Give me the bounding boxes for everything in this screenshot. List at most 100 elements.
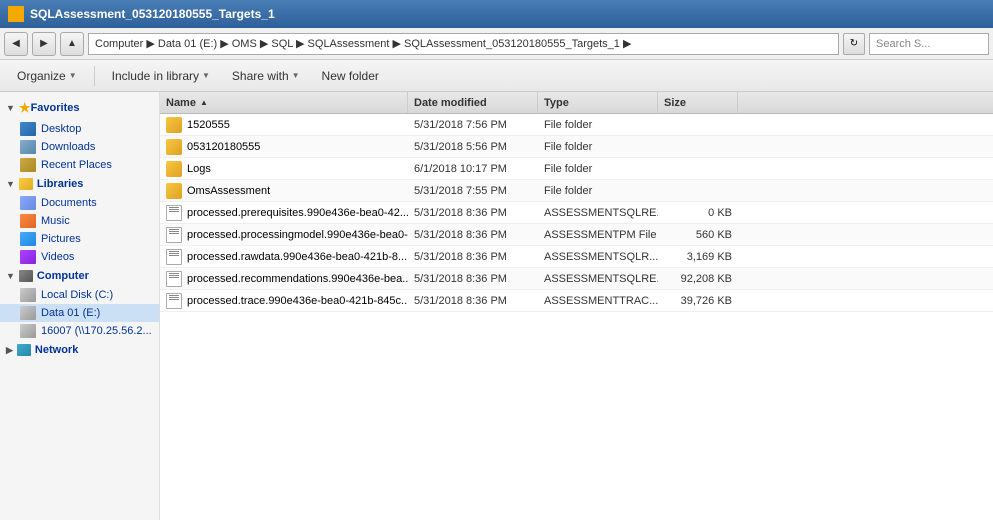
table-row[interactable]: processed.trace.990e436e-bea0-421b-845c.… (160, 290, 993, 312)
table-row[interactable]: 053120180555 5/31/2018 5:56 PM File fold… (160, 136, 993, 158)
file-size: 0 KB (658, 207, 738, 219)
sidebar-item-local-disk-c[interactable]: Local Disk (C:) (0, 286, 159, 304)
sidebar-item-desktop[interactable]: Desktop (0, 120, 159, 138)
sidebar-item-pictures[interactable]: Pictures (0, 230, 159, 248)
music-icon (20, 214, 36, 228)
address-path[interactable]: Computer ▶ Data 01 (E:) ▶ OMS ▶ SQL ▶ SQ… (88, 33, 839, 55)
folder-icon (166, 161, 182, 177)
file-type: File folder (538, 119, 658, 131)
title-bar-icon (8, 6, 24, 22)
libraries-header-label: Libraries (37, 178, 83, 190)
file-list: Name ▲ Date modified Type Size 1520555 5… (160, 92, 993, 520)
share-with-button[interactable]: Share with ▼ (223, 65, 309, 87)
table-row[interactable]: processed.rawdata.990e436e-bea0-421b-8..… (160, 246, 993, 268)
file-type: File folder (538, 141, 658, 153)
recent-places-label: Recent Places (41, 159, 112, 171)
file-size: 560 KB (658, 229, 738, 241)
sidebar-item-network-drive[interactable]: 16007 (\\170.25.56.2... (0, 322, 159, 340)
new-folder-button[interactable]: New folder (313, 65, 388, 87)
local-disk-c-label: Local Disk (C:) (41, 289, 113, 301)
file-size: 3,169 KB (658, 251, 738, 263)
sidebar-item-music[interactable]: Music (0, 212, 159, 230)
pictures-icon (20, 232, 36, 246)
file-size: 39,726 KB (658, 295, 738, 307)
file-name: Logs (187, 163, 211, 175)
forward-button[interactable]: ▶ (32, 32, 56, 56)
col-header-name[interactable]: Name ▲ (160, 92, 408, 113)
sidebar-section-favorites[interactable]: ▼ ★ Favorites (0, 96, 159, 120)
network-icon (17, 344, 31, 356)
share-label: Share with (232, 69, 289, 83)
col-header-date[interactable]: Date modified (408, 92, 538, 113)
toolbar: Organize ▼ Include in library ▼ Share wi… (0, 60, 993, 92)
videos-icon (20, 250, 36, 264)
file-date: 5/31/2018 8:36 PM (408, 207, 538, 219)
file-type: ASSESSMENTPM File (538, 229, 658, 241)
folder-icon (166, 139, 182, 155)
col-header-size[interactable]: Size (658, 92, 738, 113)
file-name: OmsAssessment (187, 185, 270, 197)
favorites-star-icon: ★ (19, 100, 31, 116)
libraries-chevron: ▼ (6, 179, 15, 189)
table-row[interactable]: processed.processingmodel.990e436e-bea0-… (160, 224, 993, 246)
libraries-icon (19, 178, 33, 190)
file-name: processed.trace.990e436e-bea0-421b-845c.… (187, 295, 408, 307)
file-date: 5/31/2018 8:36 PM (408, 273, 538, 285)
file-type: File folder (538, 185, 658, 197)
include-label: Include in library (112, 69, 199, 83)
data01-e-icon (20, 306, 36, 320)
file-type: ASSESSMENTSQLRE... (538, 207, 658, 219)
sidebar-item-data01-e[interactable]: Data 01 (E:) (0, 304, 159, 322)
file-size: 92,208 KB (658, 273, 738, 285)
file-type: ASSESSMENTSQLR... (538, 251, 658, 263)
file-icon (166, 293, 182, 309)
sidebar-section-network[interactable]: ▶ Network (0, 340, 159, 360)
include-dropdown-arrow: ▼ (202, 71, 210, 80)
table-row[interactable]: Logs 6/1/2018 10:17 PM File folder (160, 158, 993, 180)
sidebar-item-videos[interactable]: Videos (0, 248, 159, 266)
include-library-button[interactable]: Include in library ▼ (103, 65, 219, 87)
file-icon (166, 271, 182, 287)
title-bar-text: SQLAssessment_053120180555_Targets_1 (30, 7, 275, 21)
data01-e-label: Data 01 (E:) (41, 307, 100, 319)
file-name: 1520555 (187, 119, 230, 131)
search-box[interactable]: Search S... (869, 33, 989, 55)
table-row[interactable]: 1520555 5/31/2018 7:56 PM File folder (160, 114, 993, 136)
sidebar-section-computer[interactable]: ▼ Computer (0, 266, 159, 286)
back-button[interactable]: ◀ (4, 32, 28, 56)
share-dropdown-arrow: ▼ (292, 71, 300, 80)
organize-label: Organize (17, 69, 66, 83)
file-list-header: Name ▲ Date modified Type Size (160, 92, 993, 114)
recent-places-icon (20, 158, 36, 172)
file-icon (166, 205, 182, 221)
new-folder-label: New folder (322, 69, 379, 83)
sidebar-item-downloads[interactable]: Downloads (0, 138, 159, 156)
sidebar-item-recent-places[interactable]: Recent Places (0, 156, 159, 174)
table-row[interactable]: processed.recommendations.990e436e-bea..… (160, 268, 993, 290)
file-type: ASSESSMENTTRAC... (538, 295, 658, 307)
sidebar-section-libraries[interactable]: ▼ Libraries (0, 174, 159, 194)
col-header-type[interactable]: Type (538, 92, 658, 113)
file-date: 5/31/2018 8:36 PM (408, 251, 538, 263)
table-row[interactable]: processed.prerequisites.990e436e-bea0-42… (160, 202, 993, 224)
organize-button[interactable]: Organize ▼ (8, 65, 86, 87)
refresh-button[interactable]: ↻ (843, 33, 865, 55)
computer-header-label: Computer (37, 270, 89, 282)
network-drive-label: 16007 (\\170.25.56.2... (41, 325, 152, 337)
sidebar-item-documents[interactable]: Documents (0, 194, 159, 212)
address-path-text: Computer ▶ Data 01 (E:) ▶ OMS ▶ SQL ▶ SQ… (95, 37, 631, 50)
local-disk-c-icon (20, 288, 36, 302)
file-date: 6/1/2018 10:17 PM (408, 163, 538, 175)
file-name: processed.processingmodel.990e436e-bea0-… (187, 229, 408, 241)
table-row[interactable]: OmsAssessment 5/31/2018 7:55 PM File fol… (160, 180, 993, 202)
file-icon (166, 227, 182, 243)
file-type: File folder (538, 163, 658, 175)
music-label: Music (41, 215, 70, 227)
address-bar: ◀ ▶ ▲ Computer ▶ Data 01 (E:) ▶ OMS ▶ SQ… (0, 28, 993, 60)
file-name: processed.recommendations.990e436e-bea..… (187, 273, 408, 285)
organize-dropdown-arrow: ▼ (69, 71, 77, 80)
up-button[interactable]: ▲ (60, 32, 84, 56)
documents-icon (20, 196, 36, 210)
file-date: 5/31/2018 7:55 PM (408, 185, 538, 197)
col-name-label: Name (166, 97, 196, 109)
